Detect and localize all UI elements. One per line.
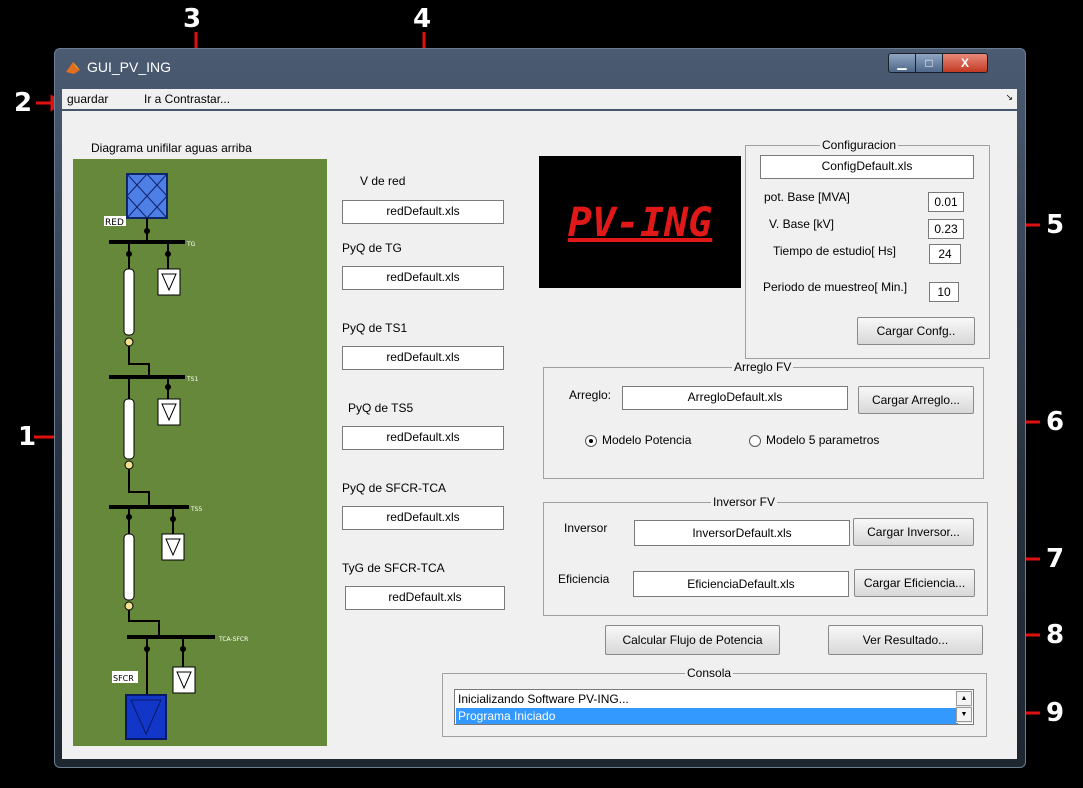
maximize-button[interactable]: □ [915,53,943,73]
minimize-button[interactable]: ▁ [888,53,916,73]
console-line-selected[interactable]: Programa Iniciado [456,708,958,724]
arreglo-file-field[interactable]: ArregloDefault.xls [622,386,848,410]
load-arreglo-button[interactable]: Cargar Arreglo... [858,386,974,414]
field-pyq-ts5[interactable]: redDefault.xls [342,426,504,450]
label-arreglo: Arreglo: [569,388,612,402]
field-tiempo-estudio[interactable]: 24 [929,244,961,264]
calculate-power-flow-button[interactable]: Calcular Flujo de Potencia [605,625,780,655]
diagram-drawing: RED TG TS1 TS5 TCA-SFCR SFCR [104,173,248,740]
field-pyq-tg[interactable]: redDefault.xls [342,266,504,290]
bus-ts1: TS1 [109,375,198,507]
svg-text:TS1: TS1 [186,376,198,383]
field-pyq-ts1[interactable]: redDefault.xls [342,346,504,370]
single-line-diagram: RED TG TS1 TS5 TCA-SFCR SFCR [73,159,327,746]
console-listbox[interactable]: Inicializando Software PV-ING... Program… [454,689,974,725]
svg-text:TG: TG [186,241,196,248]
label-periodo-muestreo: Periodo de muestreo[ Min.] [763,280,908,294]
inversor-panel: Inversor FV Inversor InversorDefault.xls… [543,495,988,616]
figure-area: Diagrama unifilar aguas arriba RED TG TS… [62,111,1017,759]
scroll-up-icon[interactable]: ▲ [956,691,972,706]
label-pyq-tg: PyQ de TG [342,241,402,255]
label-v-de-red: V de red [360,174,406,188]
logo-text: PV-ING [567,200,713,246]
label-pyq-ts1: PyQ de TS1 [342,321,408,335]
inversor-file-field[interactable]: InversorDefault.xls [634,520,850,546]
label-pot-base: pot. Base [MVA] [764,190,850,204]
label-modelo-5-parametros[interactable]: Modelo 5 parametros [766,433,879,447]
menu-guardar[interactable]: guardar [67,92,108,106]
svg-text:TCA-SFCR: TCA-SFCR [218,636,248,643]
label-pyq-sfcr-tca: PyQ de SFCR-TCA [342,481,447,495]
field-v-de-red[interactable]: redDefault.xls [342,200,504,224]
dock-arrow-icon[interactable]: ↘ [1005,92,1013,103]
eficiencia-file-field[interactable]: EficienciaDefault.xls [633,571,849,597]
config-panel: Configuracion ConfigDefault.xls pot. Bas… [745,138,990,359]
grid-source-icon [126,173,168,241]
svg-text:SFCR: SFCR [113,674,134,683]
menu-ir-a-contrastar[interactable]: Ir a Contrastar... [144,92,230,106]
label-inversor: Inversor [564,521,608,535]
arreglo-panel: Arreglo FV Arreglo: ArregloDefault.xls C… [543,360,984,479]
field-tyg-sfcr-tca[interactable]: redDefault.xls [345,586,505,610]
bus-tg: TG [109,240,196,377]
window-title: GUI_PV_ING [87,59,172,75]
label-tyg-sfcr-tca: TyG de SFCR-TCA [342,561,445,575]
radio-modelo-5-parametros[interactable] [749,435,761,447]
console-title: Consola [685,666,734,680]
console-line[interactable]: Inicializando Software PV-ING... [456,691,958,707]
svg-text:TS5: TS5 [190,506,202,513]
field-v-base[interactable]: 0.23 [928,219,964,239]
label-modelo-potencia[interactable]: Modelo Potencia [602,433,691,447]
load-inversor-button[interactable]: Cargar Inversor... [853,518,974,546]
label-tiempo-estudio: Tiempo de estudio[ Hs] [773,244,896,258]
load-eficiencia-button[interactable]: Cargar Eficiencia... [854,569,975,597]
label-eficiencia: Eficiencia [558,572,610,586]
field-pyq-sfcr-tca[interactable]: redDefault.xls [342,506,504,530]
view-results-button[interactable]: Ver Resultado... [828,625,983,655]
bus-ts5: TS5 [109,505,202,637]
radio-selected-dot [589,439,593,443]
arreglo-title: Arreglo FV [732,360,794,374]
config-title: Configuracion [820,138,899,152]
menu-bar: guardar Ir a Contrastar... ↘ [62,89,1017,109]
radio-modelo-potencia[interactable] [585,435,597,447]
label-pyq-ts5: PyQ de TS5 [348,401,414,415]
pv-ing-logo: PV-ING [539,156,741,288]
scroll-down-icon[interactable]: ▼ [956,707,972,722]
load-config-button[interactable]: Cargar Confg.. [857,317,975,345]
field-pot-base[interactable]: 0.01 [928,192,964,212]
close-button[interactable]: X [942,53,988,73]
title-bar[interactable]: GUI_PV_ING ▁ □ X [55,49,1025,87]
matlab-icon [66,62,80,74]
inversor-title: Inversor FV [711,495,778,509]
app-window: GUI_PV_ING ▁ □ X guardar Ir a Contrastar… [54,48,1026,768]
console-scrollbar[interactable]: ▲ ▼ [956,691,972,723]
label-v-base: V. Base [kV] [769,217,834,231]
field-periodo-muestreo[interactable]: 10 [929,282,959,302]
label-red: RED [105,218,124,228]
diagram-title: Diagrama unifilar aguas arriba [91,141,252,155]
config-file-field[interactable]: ConfigDefault.xls [760,155,974,179]
bus-tca-sfcr: TCA-SFCR SFCR [112,635,248,740]
